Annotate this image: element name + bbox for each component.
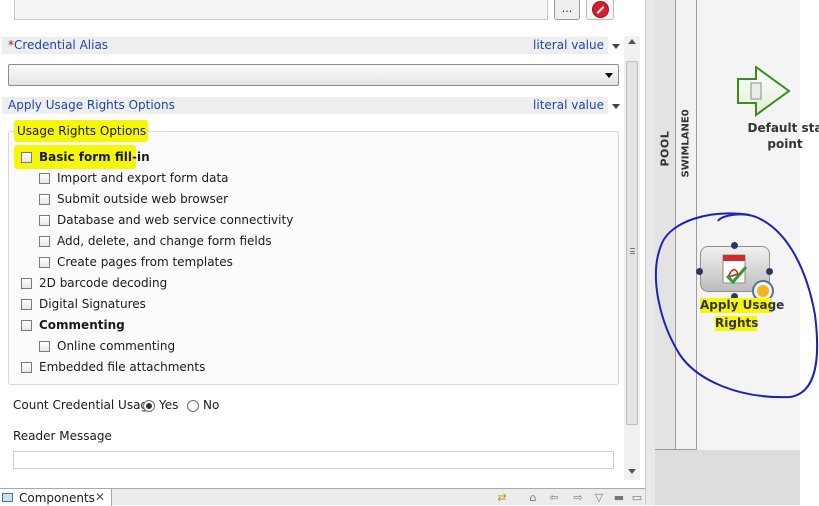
credential-alias-select[interactable] bbox=[8, 64, 619, 86]
option-basic-form-fill-in[interactable]: Basic form fill-in bbox=[21, 148, 150, 166]
scroll-down-icon[interactable] bbox=[628, 469, 636, 474]
option-embedded-file-attachments[interactable]: Embedded file attachments bbox=[21, 358, 205, 376]
scroll-up-icon[interactable] bbox=[628, 39, 636, 44]
checkbox[interactable] bbox=[21, 319, 32, 331]
credential-alias-label: *Credential Alias bbox=[8, 38, 109, 52]
tab-components-label: Components bbox=[19, 491, 95, 505]
checkbox[interactable] bbox=[21, 298, 32, 310]
annotation-circle bbox=[655, 212, 819, 399]
count-credential-usage-label: Count Credential Usage bbox=[13, 398, 156, 412]
close-icon[interactable]: ✕ bbox=[95, 490, 105, 504]
clear-button[interactable] bbox=[586, 0, 614, 20]
reader-message-label: Reader Message bbox=[13, 429, 112, 443]
option-add-delete-change-fields[interactable]: Add, delete, and change form fields bbox=[39, 232, 272, 250]
forward-icon[interactable]: ⇨ bbox=[571, 491, 585, 504]
scrollbar-thumb[interactable] bbox=[626, 61, 638, 425]
radio-no[interactable] bbox=[187, 400, 199, 412]
checkbox[interactable] bbox=[39, 214, 50, 226]
option-2d-barcode-decoding[interactable]: 2D barcode decoding bbox=[21, 274, 167, 292]
previous-field-input[interactable] bbox=[14, 0, 548, 20]
grip-icon bbox=[630, 248, 635, 254]
checkbox[interactable] bbox=[21, 151, 32, 163]
credential-alias-header: *Credential Alias literal value bbox=[2, 37, 608, 54]
checkbox[interactable] bbox=[39, 340, 50, 352]
checkbox[interactable] bbox=[39, 193, 50, 205]
sync-icon[interactable]: ⇄ bbox=[495, 491, 509, 504]
minimize-icon[interactable]: ▬ bbox=[612, 491, 626, 504]
bottom-tab-bar: Components ✕ ⇄ ⌂ ⇦ ⇨ ▽ ▬ ▭ bbox=[0, 488, 650, 506]
home-icon[interactable]: ⌂ bbox=[526, 491, 540, 504]
credential-alias-mode-link[interactable]: literal value bbox=[533, 38, 604, 52]
browse-button[interactable]: ... bbox=[554, 0, 580, 20]
tab-components[interactable]: Components ✕ bbox=[0, 489, 112, 506]
stop-icon bbox=[592, 1, 609, 18]
start-event-icon[interactable] bbox=[736, 66, 794, 118]
usage-rights-mode-link[interactable]: literal value bbox=[533, 98, 604, 112]
option-create-pages-from-templates[interactable]: Create pages from templates bbox=[39, 253, 233, 271]
back-icon[interactable]: ⇦ bbox=[547, 491, 561, 504]
checkbox[interactable] bbox=[39, 256, 50, 268]
option-digital-signatures[interactable]: Digital Signatures bbox=[21, 295, 146, 313]
usage-rights-group-title: Usage Rights Options bbox=[14, 120, 148, 142]
canvas-bottom-area bbox=[655, 450, 800, 505]
components-icon bbox=[2, 493, 13, 502]
view-menu-icon[interactable]: ▽ bbox=[592, 491, 606, 504]
properties-panel: ... *Credential Alias literal value Appl… bbox=[0, 0, 650, 506]
swimlane-label: SWIMLANE0 bbox=[680, 109, 692, 178]
maximize-icon[interactable]: ▭ bbox=[630, 491, 644, 504]
start-event-label: Default sta point bbox=[747, 121, 819, 151]
pool-label: POOL bbox=[658, 130, 672, 167]
checkbox[interactable] bbox=[39, 172, 50, 184]
checkbox[interactable] bbox=[21, 361, 32, 373]
credential-alias-mode-dropdown-icon[interactable] bbox=[612, 44, 620, 49]
radio-yes-label: Yes bbox=[159, 398, 179, 412]
reader-message-input[interactable] bbox=[13, 451, 614, 469]
chevron-down-icon bbox=[605, 73, 613, 78]
radio-no-label: No bbox=[203, 398, 220, 412]
usage-rights-label: Apply Usage Rights Options bbox=[8, 98, 175, 112]
option-import-export-form-data[interactable]: Import and export form data bbox=[39, 169, 229, 187]
option-database-web-service[interactable]: Database and web service connectivity bbox=[39, 211, 293, 229]
checkbox[interactable] bbox=[39, 235, 50, 247]
radio-yes[interactable] bbox=[143, 400, 155, 412]
usage-rights-mode-dropdown-icon[interactable] bbox=[612, 104, 620, 109]
option-commenting[interactable]: Commenting bbox=[21, 316, 125, 334]
checkbox[interactable] bbox=[21, 277, 32, 289]
option-submit-outside-web-browser[interactable]: Submit outside web browser bbox=[39, 190, 228, 208]
option-online-commenting[interactable]: Online commenting bbox=[39, 337, 175, 355]
vertical-scrollbar[interactable] bbox=[624, 36, 640, 480]
usage-rights-header: Apply Usage Rights Options literal value bbox=[2, 97, 608, 114]
